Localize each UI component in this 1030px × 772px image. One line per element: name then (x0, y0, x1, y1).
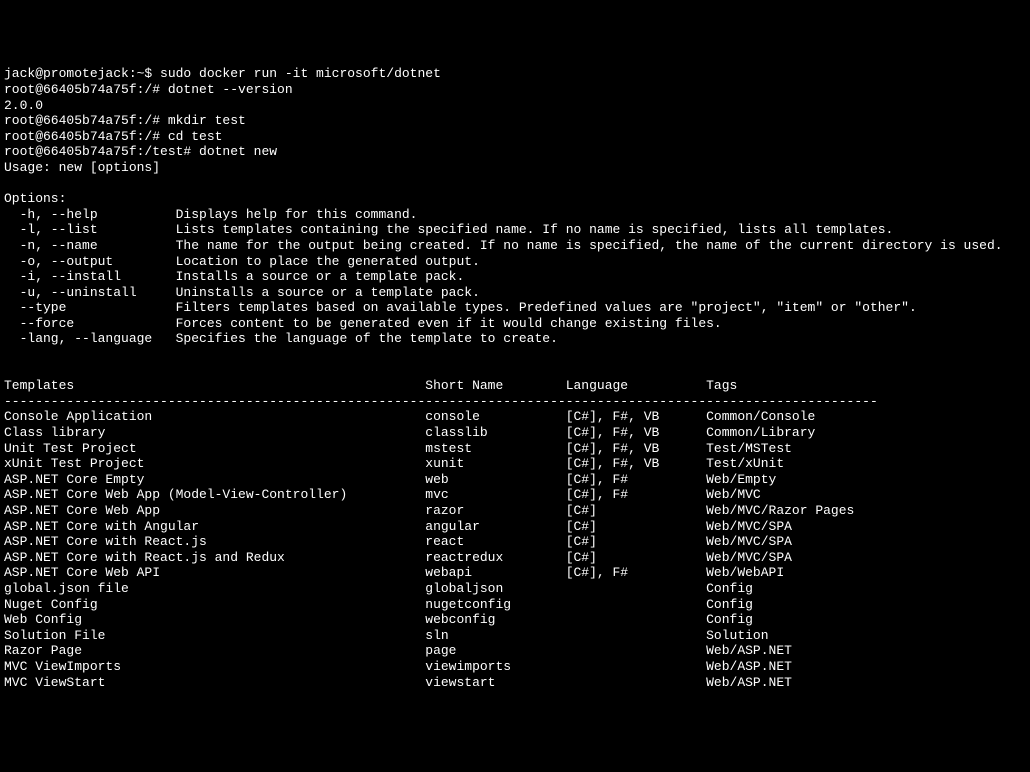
terminal-output[interactable]: jack@promotejack:~$ sudo docker run -it … (4, 66, 1026, 690)
